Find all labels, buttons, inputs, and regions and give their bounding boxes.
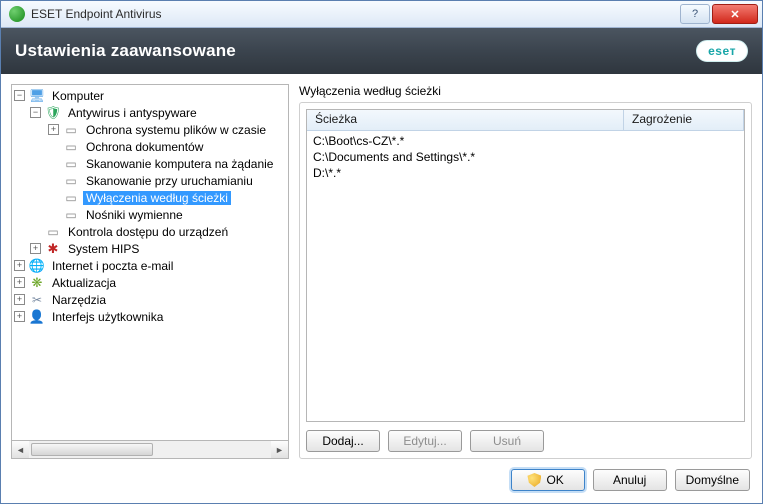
expand-icon[interactable]: +	[30, 243, 41, 254]
collapse-icon[interactable]: −	[30, 107, 41, 118]
scroll-thumb[interactable]	[31, 443, 153, 456]
body-area: − 🖥 Komputer − 🛡 Antywirus i antyspyware…	[1, 74, 762, 459]
uac-shield-icon	[527, 473, 541, 487]
page-icon: ▭	[63, 122, 79, 138]
scroll-track[interactable]	[29, 441, 271, 458]
remove-button[interactable]: Usuń	[470, 430, 544, 452]
page-icon: ▭	[45, 224, 61, 240]
tree-node-realtime[interactable]: + ▭ Ochrona systemu plików w czasie	[14, 121, 288, 138]
tree-panel: − 🖥 Komputer − 🛡 Antywirus i antyspyware…	[11, 84, 289, 459]
tree-node-startup[interactable]: ▭ Skanowanie przy uruchamianiu	[14, 172, 288, 189]
tree-node-tools[interactable]: + ✂ Narzędzia	[14, 291, 288, 308]
list-item[interactable]: C:\Boot\cs-CZ\*.*	[313, 134, 738, 150]
tree-node-docs[interactable]: ▭ Ochrona dokumentów	[14, 138, 288, 155]
gear-block-icon: ✱	[45, 241, 61, 257]
list-header[interactable]: Ścieżka Zagrożenie	[307, 110, 744, 131]
list-item[interactable]: C:\Documents and Settings\*.*	[313, 150, 738, 166]
list-item[interactable]: D:\*.*	[313, 166, 738, 182]
header-strip: Ustawienia zaawansowane eseт	[1, 28, 762, 74]
column-path[interactable]: Ścieżka	[307, 110, 624, 130]
close-icon: ✕	[730, 8, 739, 21]
tools-icon: ✂	[29, 292, 45, 308]
expand-icon[interactable]: +	[14, 311, 25, 322]
user-icon: 👤	[29, 309, 45, 325]
page-icon: ▭	[63, 156, 79, 172]
expand-icon[interactable]: +	[14, 277, 25, 288]
shield-icon: 🛡	[45, 105, 61, 121]
tree-node-computer[interactable]: − 🖥 Komputer	[14, 87, 288, 104]
tree-horizontal-scrollbar[interactable]: ◄ ►	[11, 441, 289, 459]
page-title: Ustawienia zaawansowane	[15, 41, 696, 61]
expand-icon[interactable]: +	[14, 294, 25, 305]
app-icon	[9, 6, 25, 22]
collapse-icon[interactable]: −	[14, 90, 25, 101]
brand-logo: eseт	[696, 40, 748, 62]
page-icon: ▭	[63, 190, 79, 206]
scroll-right-icon[interactable]: ►	[271, 441, 288, 458]
globe-icon: 🌐	[29, 258, 45, 274]
page-icon: ▭	[63, 207, 79, 223]
refresh-icon: ❋	[29, 275, 45, 291]
window-title: ESET Endpoint Antivirus	[31, 7, 678, 21]
tree-node-device-control[interactable]: ▭ Kontrola dostępu do urządzeń	[14, 223, 288, 240]
tree-node-antivirus[interactable]: − 🛡 Antywirus i antyspyware	[14, 104, 288, 121]
expand-icon[interactable]: +	[48, 124, 59, 135]
tree-node-hips[interactable]: + ✱ System HIPS	[14, 240, 288, 257]
edit-button[interactable]: Edytuj...	[388, 430, 462, 452]
tree-node-ondemand[interactable]: ▭ Skanowanie komputera na żądanie	[14, 155, 288, 172]
default-button[interactable]: Domyślne	[675, 469, 750, 491]
right-panel: Wyłączenia według ścieżki Ścieżka Zagroż…	[299, 84, 752, 459]
tree-node-removable[interactable]: ▭ Nośniki wymienne	[14, 206, 288, 223]
ok-button-label: OK	[546, 473, 563, 487]
column-threat[interactable]: Zagrożenie	[624, 110, 744, 130]
dialog-footer: OK Anuluj Domyślne	[1, 459, 762, 503]
close-button[interactable]: ✕	[712, 4, 758, 24]
exclusions-group: Ścieżka Zagrożenie C:\Boot\cs-CZ\*.* C:\…	[299, 102, 752, 459]
titlebar[interactable]: ESET Endpoint Antivirus ? ✕	[1, 1, 762, 28]
tree-node-internet[interactable]: + 🌐 Internet i poczta e-mail	[14, 257, 288, 274]
ok-button[interactable]: OK	[511, 469, 585, 491]
monitor-icon: 🖥	[29, 88, 45, 104]
help-icon: ?	[692, 8, 698, 20]
page-icon: ▭	[63, 139, 79, 155]
page-icon: ▭	[63, 173, 79, 189]
add-button[interactable]: Dodaj...	[306, 430, 380, 452]
list-body[interactable]: C:\Boot\cs-CZ\*.* C:\Documents and Setti…	[307, 131, 744, 421]
tree-node-exclusions[interactable]: ▭ Wyłączenia według ścieżki	[14, 189, 288, 206]
tree-node-update[interactable]: + ❋ Aktualizacja	[14, 274, 288, 291]
tree-box[interactable]: − 🖥 Komputer − 🛡 Antywirus i antyspyware…	[11, 84, 289, 441]
tree-node-ui[interactable]: + 👤 Interfejs użytkownika	[14, 308, 288, 325]
list-button-row: Dodaj... Edytuj... Usuń	[306, 430, 745, 452]
exclusions-list[interactable]: Ścieżka Zagrożenie C:\Boot\cs-CZ\*.* C:\…	[306, 109, 745, 422]
scroll-left-icon[interactable]: ◄	[12, 441, 29, 458]
cancel-button[interactable]: Anuluj	[593, 469, 667, 491]
expand-icon[interactable]: +	[14, 260, 25, 271]
settings-window: ESET Endpoint Antivirus ? ✕ Ustawienia z…	[0, 0, 763, 504]
help-button[interactable]: ?	[680, 4, 710, 24]
section-title: Wyłączenia według ścieżki	[299, 84, 752, 98]
